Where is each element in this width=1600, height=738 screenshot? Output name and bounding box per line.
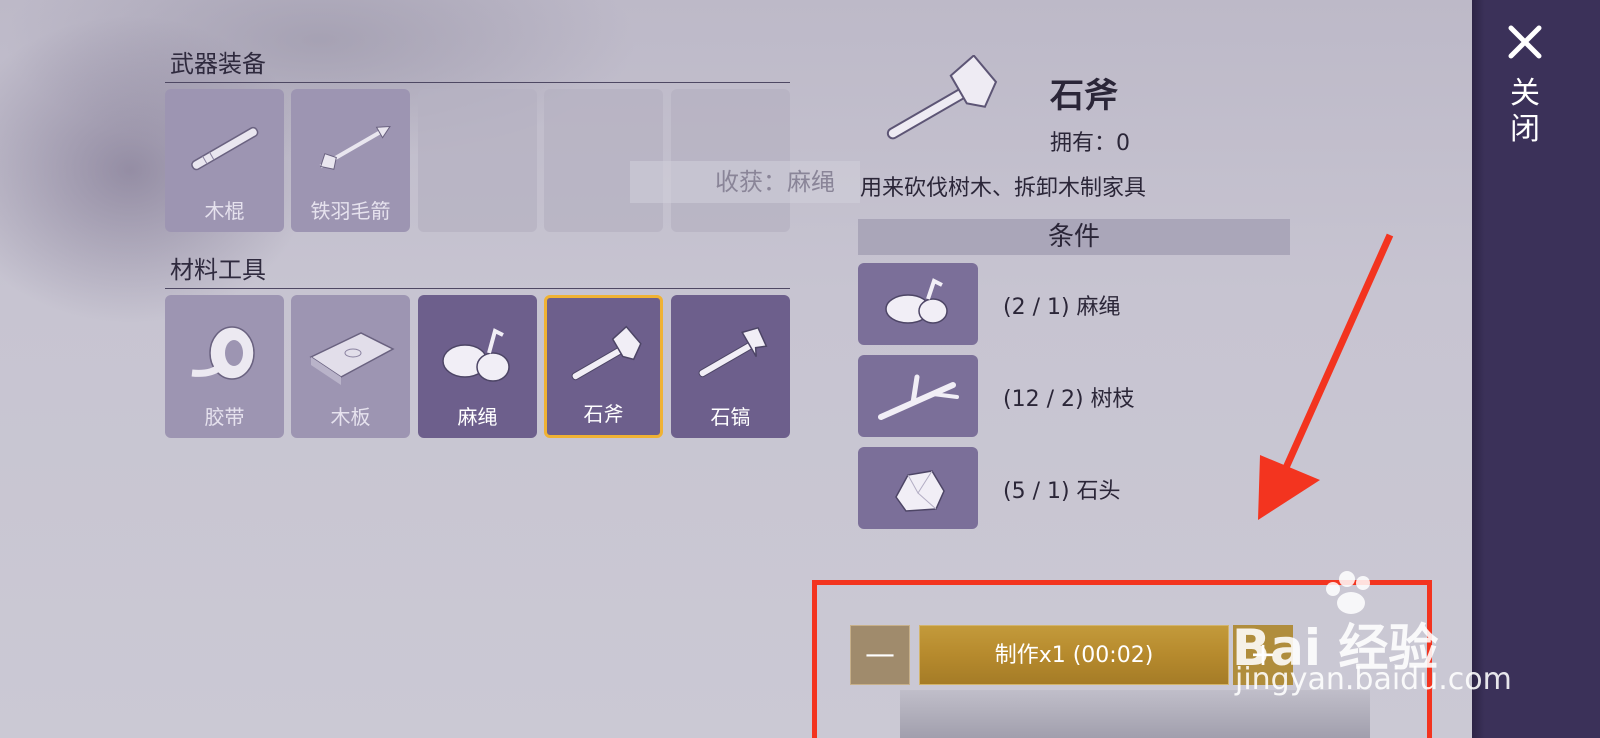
condition-icon-stone <box>858 447 978 529</box>
weapons-divider <box>165 82 790 83</box>
condition-icon-rope <box>858 263 978 345</box>
material-slot-stone-pickaxe[interactable]: 石镐 <box>671 295 790 438</box>
close-icon[interactable] <box>1505 22 1545 62</box>
rope-icon <box>885 278 948 324</box>
slot-label: 木棍 <box>204 199 245 223</box>
watermark-url: jingyan.baidu.com <box>1235 662 1512 697</box>
slot-label: 铁羽毛箭 <box>310 199 391 223</box>
slot-label: 石斧 <box>583 402 624 426</box>
material-slot-tape[interactable]: 胶带 <box>165 295 284 438</box>
slot-label: 石镐 <box>710 405 751 429</box>
material-slot-rope[interactable]: 麻绳 <box>418 295 537 438</box>
stone-icon <box>895 470 945 512</box>
annotation-arrow-icon <box>1240 230 1400 534</box>
condition-icon-branch <box>858 355 978 437</box>
detail-description: 用来砍伐树木、拆卸木制家具 <box>860 176 1147 201</box>
materials-divider <box>165 288 790 289</box>
rope-icon <box>418 305 537 405</box>
slot-label: 麻绳 <box>457 405 498 429</box>
material-slot-wood-plank[interactable]: 木板 <box>291 295 410 438</box>
condition-text-branch: (12 / 2) 树枝 <box>1003 387 1135 412</box>
detail-owned-count: 拥有：0 <box>1050 131 1130 156</box>
stone-pickaxe-icon <box>671 305 790 405</box>
condition-text-rope: (2 / 1) 麻绳 <box>1003 295 1121 320</box>
stone-axe-icon <box>886 54 998 140</box>
wooden-stick-icon <box>165 99 284 199</box>
condition-text-stone: (5 / 1) 石头 <box>1003 479 1121 504</box>
close-label[interactable]: 关闭 <box>1505 76 1545 148</box>
harvest-tooltip: 收获：麻绳 <box>630 161 860 203</box>
weapon-slot-iron-arrow[interactable]: 铁羽毛箭 <box>291 89 410 232</box>
branch-icon <box>878 374 959 420</box>
weapon-slot-empty[interactable] <box>418 89 537 232</box>
arrow-icon <box>291 99 410 199</box>
conditions-header: 条件 <box>858 219 1290 255</box>
material-slot-stone-axe[interactable]: 石斧 <box>544 295 663 438</box>
wood-plank-icon <box>291 305 410 405</box>
detail-item-icon <box>870 54 1010 159</box>
slot-label: 木板 <box>330 405 371 429</box>
weapons-section-title: 武器装备 <box>170 50 266 78</box>
materials-section-title: 材料工具 <box>170 256 266 284</box>
close-label-text: 关闭 <box>1510 76 1540 147</box>
detail-title: 石斧 <box>1050 76 1118 116</box>
tape-icon <box>165 305 284 405</box>
weapon-slot-wooden-stick[interactable]: 木棍 <box>165 89 284 232</box>
stone-axe-icon <box>547 308 660 408</box>
slot-label: 胶带 <box>204 405 245 429</box>
